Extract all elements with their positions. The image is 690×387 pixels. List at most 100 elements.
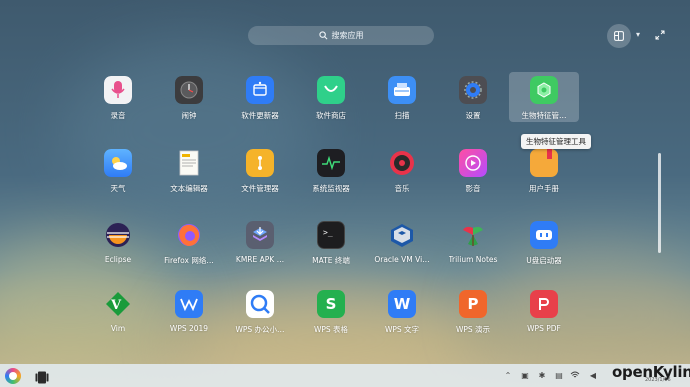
app-video-player[interactable]: 影音 — [438, 149, 508, 195]
taskbar-date: 2023/1/16 — [645, 377, 671, 383]
settings-icon — [459, 76, 487, 104]
eclipse-icon — [104, 221, 132, 249]
video-player-icon — [459, 149, 487, 177]
terminal-icon: >_ — [317, 221, 345, 249]
tray-print-icon[interactable]: ▤ — [554, 370, 564, 380]
app-virtualbox[interactable]: Oracle VM Vi… — [367, 221, 437, 267]
app-biometric[interactable]: 生物特征管… — [509, 72, 579, 122]
app-system-monitor[interactable]: 系统监视器 — [296, 149, 366, 195]
system-monitor-icon — [317, 149, 345, 177]
tray-bluetooth-icon[interactable]: ✱ — [537, 370, 547, 380]
app-label: 天气 — [110, 184, 126, 193]
app-label: 音乐 — [394, 184, 410, 193]
app-label: WPS PDF — [527, 324, 561, 333]
app-music[interactable]: 音乐 — [367, 149, 437, 195]
virtualbox-icon — [388, 221, 416, 249]
app-wps-pdf[interactable]: WPS PDF — [509, 290, 579, 336]
app-label: KMRE APK … — [235, 255, 285, 264]
app-label: Vim — [110, 324, 126, 333]
search-box[interactable]: 搜索应用 — [248, 26, 434, 45]
app-software-store[interactable]: 软件商店 — [296, 76, 366, 122]
start-menu-icon[interactable] — [5, 368, 21, 384]
app-firefox[interactable]: Firefox 网络… — [154, 221, 224, 267]
search-placeholder: 搜索应用 — [331, 31, 364, 40]
tray-menu-icon[interactable]: ⌃ — [503, 370, 513, 380]
wps-presentation-icon: P — [459, 290, 487, 318]
text-editor-icon — [175, 149, 203, 177]
app-label: 文件管理器 — [241, 184, 279, 193]
alarm-clock-icon — [175, 76, 203, 104]
app-label: 录音 — [110, 111, 126, 120]
app-usb-boot[interactable]: U盘启动器 — [509, 221, 579, 267]
tray-screen-icon[interactable]: ▣ — [520, 370, 530, 380]
app-weather[interactable]: 天气 — [83, 149, 153, 195]
app-label: 软件更新器 — [241, 111, 279, 120]
microphone-icon — [104, 76, 132, 104]
layout-grid-icon — [614, 31, 624, 41]
app-wps-assistant[interactable]: WPS 办公小… — [225, 290, 295, 336]
app-label: MATE 终端 — [312, 256, 350, 265]
app-software-updater[interactable]: 软件更新器 — [225, 76, 295, 122]
app-label: WPS 演示 — [455, 325, 491, 334]
app-label: Eclipse — [104, 255, 132, 264]
multitask-view-icon[interactable] — [35, 369, 49, 384]
app-label: WPS 文字 — [384, 325, 420, 334]
app-vim[interactable]: V Vim — [83, 290, 153, 336]
app-text-editor[interactable]: 文本编辑器 — [154, 149, 224, 195]
app-file-manager[interactable]: 文件管理器 — [225, 149, 295, 195]
app-grid-scrollbar[interactable] — [658, 153, 661, 253]
app-tooltip: 生物特征管理工具 — [521, 134, 591, 149]
usb-boot-icon — [530, 221, 558, 249]
app-label: 影音 — [465, 184, 481, 193]
wps-pdf-icon — [530, 290, 558, 318]
scanner-icon — [388, 76, 416, 104]
app-label: Trilium Notes — [448, 255, 498, 264]
software-store-icon — [317, 76, 345, 104]
file-manager-icon — [246, 149, 274, 177]
app-alarm-clock[interactable]: 闹钟 — [154, 76, 224, 122]
app-settings[interactable]: 设置 — [438, 76, 508, 122]
app-wps-spreadsheet[interactable]: S WPS 表格 — [296, 290, 366, 336]
app-label: WPS 表格 — [313, 325, 349, 334]
app-eclipse[interactable]: Eclipse — [83, 221, 153, 267]
app-label: Firefox 网络… — [164, 256, 214, 265]
kmre-apk-icon — [246, 221, 274, 249]
app-kmre-apk[interactable]: KMRE APK … — [225, 221, 295, 267]
wps-assistant-icon — [246, 290, 274, 318]
app-wps-writer[interactable]: W WPS 文字 — [367, 290, 437, 336]
app-label: 文本编辑器 — [170, 184, 208, 193]
vim-icon: V — [104, 290, 132, 318]
expand-icon — [655, 30, 665, 40]
app-label: 设置 — [465, 111, 481, 120]
app-user-manual[interactable]: 用户手册 — [509, 149, 579, 195]
wps-spreadsheet-icon: S — [317, 290, 345, 318]
app-wps-2019[interactable]: WPS 2019 — [154, 290, 224, 336]
biometric-icon — [530, 76, 558, 104]
layout-dropdown-caret[interactable]: ▾ — [636, 30, 640, 39]
weather-icon — [104, 149, 132, 177]
firefox-icon — [175, 221, 203, 249]
wps-2019-icon — [175, 290, 203, 318]
app-terminal[interactable]: >_ MATE 终端 — [296, 221, 366, 267]
app-label: Oracle VM Vi… — [374, 255, 430, 264]
software-updater-icon — [246, 76, 274, 104]
app-label: U盘启动器 — [526, 256, 562, 265]
app-microphone[interactable]: 录音 — [83, 76, 153, 122]
layout-toggle-button[interactable] — [607, 24, 631, 48]
trilium-icon — [459, 221, 487, 249]
app-label: 系统监视器 — [312, 184, 350, 193]
app-label: 用户手册 — [529, 184, 559, 193]
music-icon — [388, 149, 416, 177]
app-scanner[interactable]: 扫描 — [367, 76, 437, 122]
tray-volume-icon[interactable]: ◀ — [588, 370, 598, 380]
wps-writer-icon: W — [388, 290, 416, 318]
svg-text:V: V — [110, 298, 122, 313]
taskbar: ⌃ ▣ ✱ ▤ ◀ — [0, 364, 690, 387]
tray-network-icon[interactable] — [570, 370, 580, 380]
app-label: WPS 办公小… — [235, 325, 285, 334]
app-trilium[interactable]: Trilium Notes — [438, 221, 508, 267]
fullscreen-toggle-button[interactable] — [652, 27, 668, 43]
app-wps-presentation[interactable]: P WPS 演示 — [438, 290, 508, 336]
app-label: 闹钟 — [181, 111, 197, 120]
user-manual-icon — [530, 149, 558, 177]
